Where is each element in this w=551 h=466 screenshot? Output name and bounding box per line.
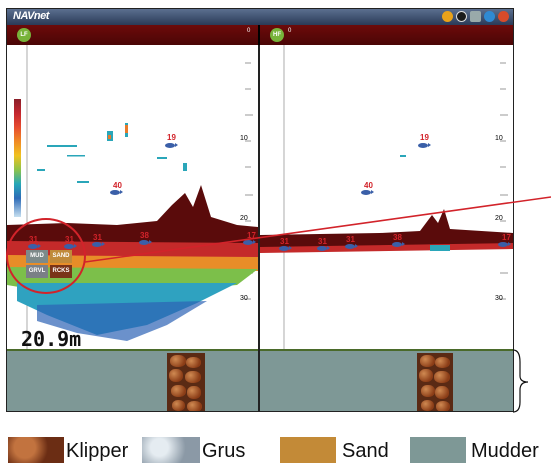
label-grus: Grus	[202, 440, 246, 462]
bottom-key: Klipper Grus Sand Mudder	[8, 437, 551, 463]
label-klipper: Klipper	[66, 440, 129, 462]
swatch-mudder	[410, 437, 466, 463]
swatch-grus	[142, 437, 200, 463]
swatch-klipper	[8, 437, 64, 463]
annotation-pointer	[84, 196, 551, 413]
label-mudder: Mudder	[471, 440, 539, 462]
swatch-sand	[280, 437, 336, 463]
label-sand: Sand	[342, 440, 389, 462]
